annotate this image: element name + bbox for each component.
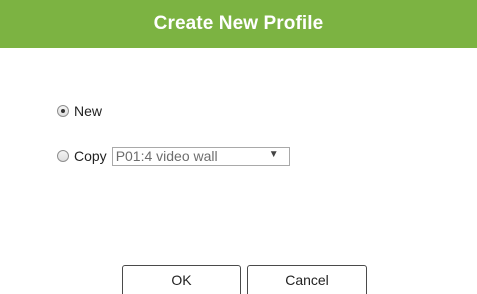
- create-profile-dialog: Create New Profile New Copy P01:4 video …: [0, 0, 477, 294]
- dialog-title: Create New Profile: [153, 13, 324, 34]
- copy-label: Copy: [74, 148, 107, 164]
- dialog-header: Create New Profile: [0, 0, 477, 48]
- copy-profile-select[interactable]: P01:4 video wall ▼: [111, 146, 290, 166]
- cancel-button[interactable]: Cancel: [247, 265, 367, 294]
- new-label: New: [74, 103, 103, 119]
- copy-profile-select-value: P01:4 video wall: [115, 148, 218, 164]
- new-radio[interactable]: [57, 105, 69, 117]
- new-option[interactable]: New: [57, 101, 102, 121]
- copy-radio[interactable]: [57, 150, 69, 162]
- copy-option[interactable]: Copy P01:4 video wall ▼: [57, 146, 290, 166]
- ok-button[interactable]: OK: [122, 265, 241, 294]
- chevron-down-icon: ▼: [268, 148, 279, 160]
